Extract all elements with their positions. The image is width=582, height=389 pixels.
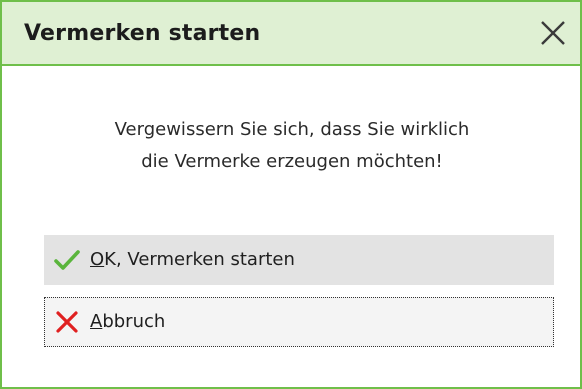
message-line-2: die Vermerke erzeugen möchten!	[141, 151, 443, 172]
ok-start-button[interactable]: OK, Vermerken starten	[44, 235, 554, 285]
ok-mnemonic: O	[90, 249, 105, 270]
cancel-label-text: bbruch	[102, 311, 166, 332]
confirm-dialog: Vermerken starten Vergewissern Sie sich,…	[0, 0, 582, 389]
dialog-title: Vermerken starten	[24, 21, 261, 46]
close-button[interactable]	[532, 17, 572, 51]
message-line-1: Vergewissern Sie sich, dass Sie wirklich	[114, 119, 470, 140]
dialog-titlebar: Vermerken starten	[2, 2, 580, 66]
cancel-button-label: Abbruch	[90, 311, 165, 332]
cancel-button[interactable]: Abbruch	[44, 297, 554, 347]
red-x-icon	[56, 311, 78, 333]
ok-button-label: OK, Vermerken starten	[90, 249, 295, 270]
checkmark-icon	[54, 250, 80, 270]
close-icon	[541, 21, 565, 45]
dialog-message: Vergewissern Sie sich, dass Sie wirklich…	[42, 114, 542, 178]
ok-label-text: K, Vermerken starten	[104, 249, 295, 270]
cancel-mnemonic: A	[90, 311, 103, 332]
